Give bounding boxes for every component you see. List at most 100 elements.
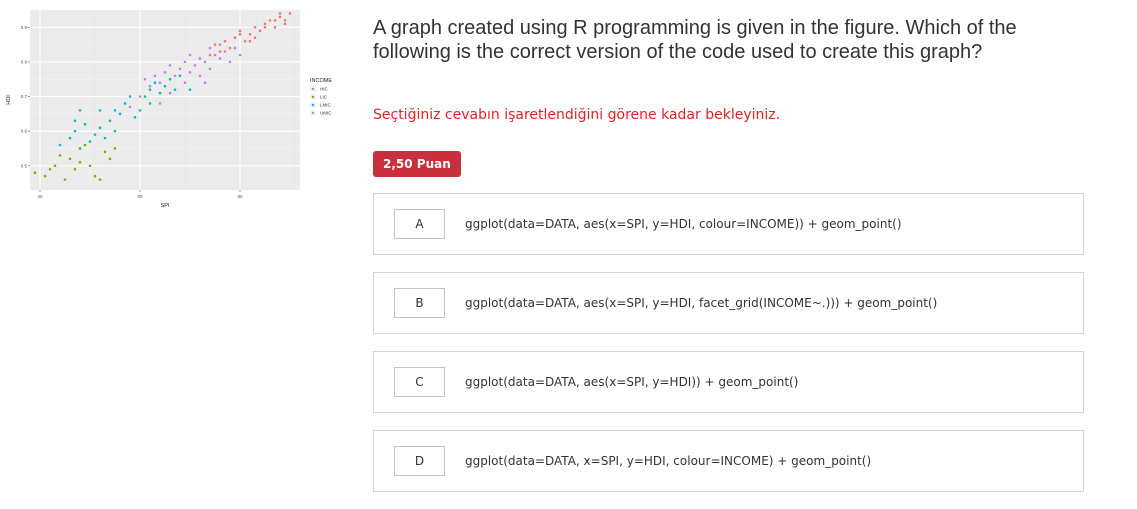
data-point-umic — [188, 71, 192, 74]
data-point-hic — [248, 32, 252, 36]
data-point-lmic — [148, 88, 152, 91]
data-point-lic — [103, 150, 107, 154]
data-point-hic — [283, 19, 287, 22]
data-point-hic — [288, 12, 292, 15]
data-point-umic — [238, 53, 242, 57]
data-point-lic — [73, 167, 77, 171]
points-badge: 2,50 Puan — [373, 151, 461, 177]
option-c[interactable]: C ggplot(data=DATA, aes(x=SPI, y=HDI)) +… — [373, 351, 1084, 413]
data-point-lmic — [113, 129, 117, 133]
legend-marker-hic — [311, 87, 315, 91]
x-axis-label: SPI — [161, 203, 170, 209]
data-point-hic — [273, 19, 277, 22]
data-point-lic — [53, 164, 57, 168]
x-tick-label: 80 — [237, 194, 243, 199]
x-tick-label: 40 — [37, 194, 43, 199]
data-point-lic — [33, 171, 37, 174]
data-point-hic — [253, 36, 257, 39]
data-point-lmic — [163, 84, 167, 88]
legend-label: LIC — [320, 95, 328, 100]
data-point-lmic — [143, 95, 147, 98]
data-point-hic — [248, 39, 252, 43]
data-point-lic — [93, 174, 97, 178]
option-letter[interactable]: A — [394, 209, 445, 239]
data-point-hic — [278, 12, 282, 15]
data-point-umic — [183, 81, 187, 84]
data-point-hic — [213, 43, 217, 46]
data-point-lmic — [173, 88, 177, 91]
data-point-umic — [168, 91, 172, 95]
legend-label: UMIC — [320, 111, 332, 116]
option-text[interactable]: ggplot(data=DATA, aes(x=SPI, y=HDI, colo… — [465, 194, 902, 254]
data-point-umic — [183, 60, 187, 64]
data-point-umic — [223, 50, 227, 53]
option-text[interactable]: ggplot(data=DATA, aes(x=SPI, y=HDI, face… — [465, 273, 937, 333]
option-a[interactable]: A ggplot(data=DATA, aes(x=SPI, y=HDI, co… — [373, 193, 1084, 255]
option-letter[interactable]: D — [394, 446, 445, 476]
option-b[interactable]: B ggplot(data=DATA, aes(x=SPI, y=HDI, fa… — [373, 272, 1084, 334]
data-point-lmic — [68, 136, 72, 140]
data-point-umic — [198, 57, 202, 60]
data-point-lic — [78, 161, 82, 164]
data-point-umic — [173, 74, 177, 78]
data-point-hic — [278, 15, 282, 19]
question-title: A graph created using R programming is g… — [373, 16, 1113, 64]
option-letter[interactable]: C — [394, 367, 445, 397]
data-point-lmic — [73, 119, 77, 123]
data-point-umic — [193, 64, 197, 67]
data-point-umic — [168, 64, 172, 67]
data-point-lic — [58, 154, 62, 157]
data-point-lmic — [73, 129, 77, 133]
data-point-hic — [243, 39, 247, 43]
y-axis-label: HDI — [6, 95, 12, 105]
data-point-lic — [88, 164, 92, 168]
data-point-lmic — [178, 74, 182, 78]
data-point-lmic — [98, 109, 102, 112]
data-point-lic — [113, 147, 117, 150]
legend-marker-lic — [311, 95, 315, 99]
data-point-hic — [283, 22, 287, 26]
data-point-lmic — [128, 95, 132, 98]
data-point-lmic — [58, 143, 62, 147]
scatter-chart: 40 60 80 0.5 0.6 0.7 0.8 0.9 SPI HDI INCOME HIC LIC L… — [6, 10, 332, 209]
data-point-lic — [48, 167, 52, 171]
data-point-umic — [233, 46, 237, 50]
data-point-lic — [108, 157, 112, 161]
option-d[interactable]: D ggplot(data=DATA, x=SPI, y=HDI, colour… — [373, 430, 1084, 492]
data-point-hic — [258, 29, 262, 33]
wait-message: Seçtiğiniz cevabın işaretlendiğini gören… — [373, 107, 781, 123]
data-point-lmic — [78, 147, 82, 150]
data-point-umic — [198, 74, 202, 78]
data-point-lmic — [153, 81, 157, 84]
data-point-lmic — [158, 91, 162, 95]
data-point-hic — [228, 46, 232, 50]
legend-label: LMIC — [320, 103, 332, 108]
option-text[interactable]: ggplot(data=DATA, x=SPI, y=HDI, colour=I… — [465, 431, 871, 491]
data-point-hic — [263, 22, 267, 26]
data-point-hic — [253, 26, 257, 29]
data-point-hic — [223, 39, 227, 43]
question-title-line-2: following is the correct version of the … — [373, 41, 983, 63]
data-point-lmic — [118, 112, 122, 116]
data-point-umic — [158, 102, 162, 105]
data-point-lic — [63, 178, 67, 181]
option-text[interactable]: ggplot(data=DATA, aes(x=SPI, y=HDI)) + g… — [465, 352, 798, 412]
data-point-hic — [218, 50, 222, 53]
option-letter[interactable]: B — [394, 288, 445, 318]
data-point-lmic — [83, 122, 87, 126]
answer-options: A ggplot(data=DATA, aes(x=SPI, y=HDI, co… — [373, 193, 1084, 509]
data-point-umic — [178, 67, 182, 71]
plot-panel — [30, 10, 300, 190]
data-point-umic — [228, 60, 232, 64]
data-point-hic — [263, 26, 267, 29]
legend-marker-lmic — [311, 103, 315, 107]
data-point-lmic — [108, 119, 112, 123]
data-point-lmic — [113, 109, 117, 112]
data-point-lmic — [98, 126, 102, 129]
data-point-umic — [138, 95, 142, 98]
data-point-lmic — [188, 88, 192, 91]
data-point-umic — [188, 53, 192, 57]
data-point-lmic — [88, 140, 92, 143]
data-point-umic — [158, 81, 162, 84]
y-tick-label: 0.5 — [21, 163, 28, 168]
